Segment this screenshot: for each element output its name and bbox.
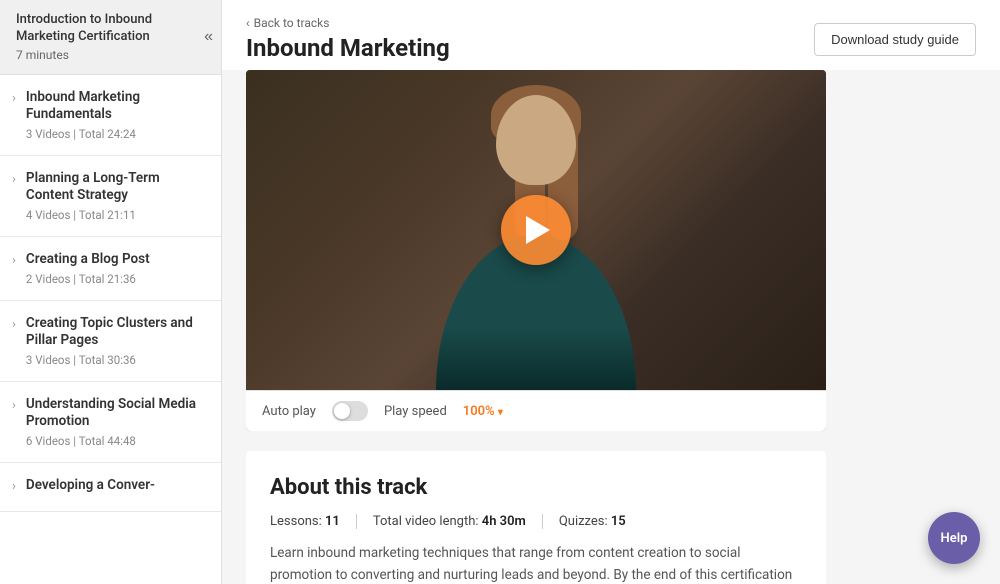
autoplay-label: Auto play (262, 404, 316, 419)
stat-quizzes-label: Quizzes: (559, 514, 611, 529)
sidebar-current-title: Introduction to Inbound Marketing Certif… (16, 12, 205, 46)
chevron-right-icon: › (12, 398, 16, 413)
back-link[interactable]: ‹ Back to tracks (246, 16, 450, 30)
sidebar-item-0[interactable]: › Inbound Marketing Fundamentals 3 Video… (0, 75, 221, 156)
about-description: Learn inbound marketing techniques that … (270, 543, 802, 584)
page-title: Inbound Marketing (246, 34, 450, 62)
collapse-button[interactable]: « (204, 28, 213, 46)
chevron-right-icon: › (12, 317, 16, 332)
chevron-right-icon: › (12, 91, 16, 106)
sidebar-current-item: Introduction to Inbound Marketing Certif… (0, 0, 221, 75)
help-label: Help (941, 531, 968, 546)
sidebar-item-meta-4: 6 Videos | Total 44:48 (26, 434, 205, 448)
play-button[interactable] (501, 195, 571, 265)
sidebar-item-3[interactable]: › Creating Topic Clusters and Pillar Pag… (0, 301, 221, 382)
stat-quizzes-value: 15 (611, 514, 626, 529)
chevron-right-icon: › (12, 253, 16, 268)
autoplay-toggle[interactable] (332, 401, 368, 421)
sidebar: Introduction to Inbound Marketing Certif… (0, 0, 222, 584)
sidebar-item-title-4: Understanding Social Media Promotion (26, 396, 205, 431)
sidebar-item-5[interactable]: › Developing a Conver- (0, 463, 221, 513)
stat-lessons-label: Lessons: (270, 514, 325, 529)
video-thumbnail (246, 70, 826, 390)
sidebar-item-2[interactable]: › Creating a Blog Post 2 Videos | Total … (0, 237, 221, 301)
stat-lessons: Lessons: 11 (270, 514, 357, 529)
stat-video-length: Total video length: 4h 30m (373, 514, 543, 529)
sidebar-item-4[interactable]: › Understanding Social Media Promotion 6… (0, 382, 221, 463)
play-speed-label: Play speed (384, 404, 447, 419)
about-section: About this track Lessons: 11 Total video… (222, 431, 1000, 584)
stat-lessons-value: 11 (325, 514, 340, 529)
sidebar-item-title-2: Creating a Blog Post (26, 251, 150, 269)
stat-video-label: Total video length: (373, 514, 482, 529)
sidebar-current-duration: 7 minutes (16, 48, 205, 62)
chevron-right-icon: › (12, 479, 16, 494)
sidebar-item-title-5: Developing a Conver- (26, 477, 155, 495)
stat-quizzes: Quizzes: 15 (559, 514, 626, 529)
help-button[interactable]: Help (928, 512, 980, 564)
download-study-guide-button[interactable]: Download study guide (814, 23, 976, 56)
caret-down-icon: ▾ (498, 407, 503, 418)
play-speed-value: 100% (463, 404, 495, 419)
toggle-knob (334, 403, 350, 419)
topbar: ‹ Back to tracks Inbound Marketing Downl… (222, 0, 1000, 70)
play-icon (526, 216, 550, 244)
sidebar-item-meta-1: 4 Videos | Total 21:11 (26, 208, 205, 222)
person-face (496, 95, 576, 185)
stats-row: Lessons: 11 Total video length: 4h 30m Q… (270, 514, 802, 529)
main-content: ‹ Back to tracks Inbound Marketing Downl… (222, 0, 1000, 584)
video-container: Auto play Play speed 100% ▾ (246, 70, 826, 431)
sidebar-item-meta-0: 3 Videos | Total 24:24 (26, 127, 205, 141)
back-arrow-icon: ‹ (246, 16, 250, 30)
video-wrapper: Auto play Play speed 100% ▾ (246, 70, 826, 431)
sidebar-item-meta-3: 3 Videos | Total 30:36 (26, 353, 205, 367)
sidebar-item-title-0: Inbound Marketing Fundamentals (26, 89, 205, 124)
sidebar-item-title-1: Planning a Long-Term Content Strategy (26, 170, 205, 205)
play-speed-dropdown[interactable]: 100% ▾ (463, 404, 503, 419)
sidebar-item-title-3: Creating Topic Clusters and Pillar Pages (26, 315, 205, 350)
video-controls: Auto play Play speed 100% ▾ (246, 390, 826, 431)
back-link-label: Back to tracks (254, 16, 330, 30)
collapse-icon: « (204, 28, 213, 46)
stat-video-value: 4h 30m (482, 514, 526, 529)
sidebar-item-1[interactable]: › Planning a Long-Term Content Strategy … (0, 156, 221, 237)
about-title: About this track (270, 475, 802, 500)
chevron-right-icon: › (12, 172, 16, 187)
sidebar-item-meta-2: 2 Videos | Total 21:36 (26, 272, 150, 286)
